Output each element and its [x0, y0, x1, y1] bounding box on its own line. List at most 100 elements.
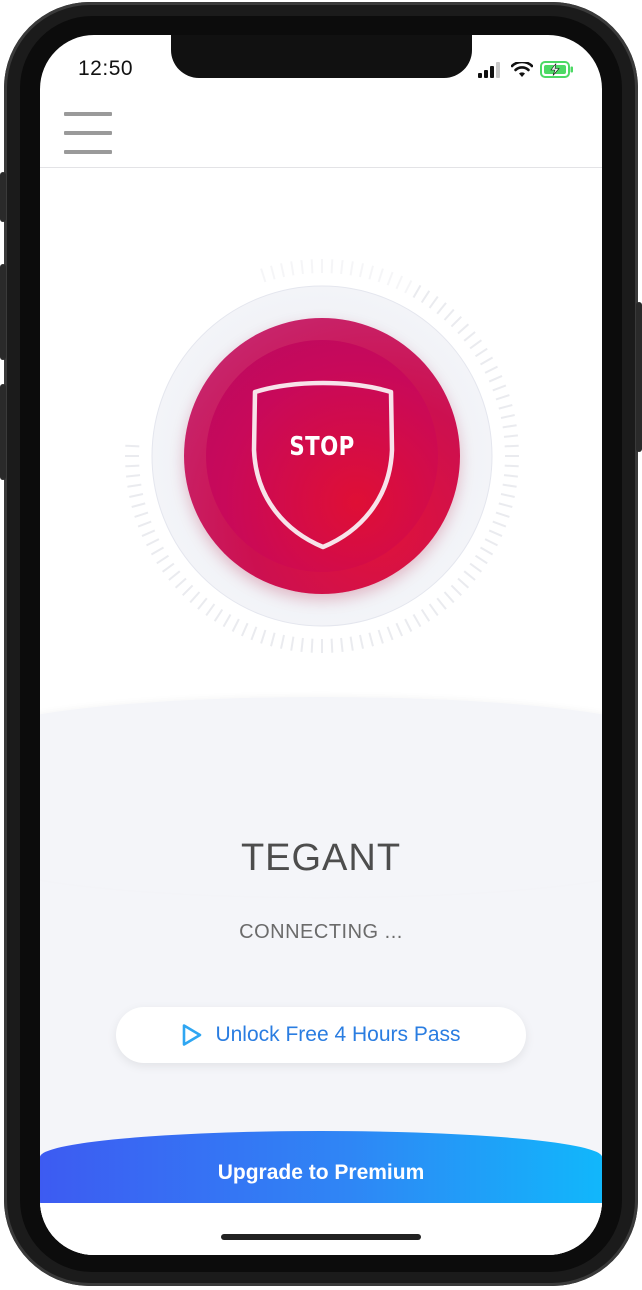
progress-tick: [474, 347, 488, 358]
progress-tick: [349, 636, 354, 651]
progress-tick: [270, 265, 276, 280]
progress-tick: [310, 638, 314, 653]
progress-tick: [463, 331, 476, 342]
progress-tick: [168, 570, 181, 581]
premium-label: Upgrade to Premium: [217, 1161, 425, 1184]
cellular-signal-icon: [478, 61, 500, 78]
progress-tick: [479, 356, 494, 366]
progress-tick: [469, 339, 482, 350]
progress-tick: [495, 511, 510, 518]
progress-tick: [134, 511, 149, 518]
status-time: 12:50: [78, 57, 134, 80]
progress-tick: [125, 464, 140, 468]
progress-tick: [420, 290, 431, 304]
progress-tick: [330, 638, 334, 653]
progress-tick: [368, 265, 374, 280]
status-icons: [478, 61, 574, 78]
progress-tick: [395, 622, 404, 637]
progress-tick: [131, 502, 146, 508]
progress-tick: [280, 263, 285, 278]
play-outline-icon: [183, 1024, 202, 1046]
progress-tick: [474, 554, 488, 565]
progress-tick: [340, 259, 344, 275]
progress-tick: [386, 271, 394, 286]
progress-tick: [412, 613, 422, 628]
progress-tick: [495, 394, 510, 401]
wifi-icon: [511, 61, 533, 77]
progress-tick: [260, 629, 267, 644]
top-bar: [40, 95, 602, 168]
progress-tick: [280, 634, 285, 649]
progress-tick: [150, 546, 165, 556]
progress-tick: [377, 268, 384, 283]
connection-status: CONNECTING ...: [239, 921, 403, 943]
progress-tick: [129, 493, 144, 498]
progress-tick: [463, 570, 476, 581]
progress-tick: [377, 629, 384, 644]
progress-tick: [197, 597, 208, 610]
progress-tick: [137, 520, 152, 528]
progress-tick: [310, 259, 314, 274]
hamburger-menu-icon[interactable]: [64, 111, 112, 155]
progress-tick: [300, 637, 304, 653]
progress-tick: [504, 464, 519, 468]
volume-up-button: [0, 264, 6, 360]
progress-tick: [504, 444, 519, 448]
progress-tick: [488, 529, 503, 538]
power-button: [636, 302, 642, 452]
progress-tick: [368, 632, 374, 647]
progress-tick: [502, 424, 517, 429]
mute-switch: [0, 172, 6, 222]
bottom-area: [40, 1203, 602, 1255]
progress-tick: [125, 474, 141, 478]
progress-tick: [240, 622, 249, 637]
progress-tick: [500, 493, 515, 498]
stop-label: STOP: [289, 432, 355, 462]
progress-tick: [205, 603, 216, 616]
progress-tick: [428, 296, 439, 309]
progress-tick: [270, 632, 276, 647]
notch: [171, 35, 472, 78]
progress-tick: [141, 529, 156, 538]
progress-tick: [125, 444, 140, 448]
progress-tick: [404, 280, 413, 294]
progress-tick: [300, 259, 304, 275]
progress-tick: [492, 520, 507, 528]
progress-tick: [386, 626, 394, 641]
progress-tick: [162, 562, 175, 573]
server-name: TEGANT: [240, 837, 402, 879]
progress-tick: [436, 597, 447, 610]
app-screen: 12:50 STOP TEGANT CONNECTING ... Unlock …: [40, 35, 602, 1255]
unlock-label: Unlock Free 4 Hours Pass: [215, 1023, 461, 1046]
progress-tick: [469, 562, 482, 573]
progress-tick: [503, 474, 519, 478]
progress-tick: [500, 414, 515, 419]
progress-tick: [498, 502, 513, 508]
progress-tick: [290, 261, 295, 276]
progress-tick: [213, 608, 224, 622]
progress-tick: [395, 275, 404, 290]
progress-tick: [330, 259, 334, 274]
progress-tick: [492, 384, 507, 392]
progress-tick: [436, 302, 447, 315]
progress-tick: [420, 608, 431, 622]
home-indicator[interactable]: [221, 1234, 421, 1240]
progress-tick: [156, 554, 170, 565]
upgrade-premium-button[interactable]: Upgrade to Premium: [40, 1131, 602, 1203]
progress-tick: [479, 546, 494, 556]
progress-tick: [412, 284, 422, 299]
stop-button[interactable]: STOP: [184, 318, 460, 594]
battery-charging-icon: [540, 61, 573, 78]
progress-tick: [250, 626, 258, 641]
progress-tick: [222, 613, 232, 628]
progress-tick: [484, 538, 498, 547]
progress-tick: [127, 483, 142, 488]
progress-tick: [340, 637, 344, 653]
unlock-free-pass-button[interactable]: Unlock Free 4 Hours Pass: [116, 1007, 526, 1063]
progress-tick: [359, 634, 364, 649]
volume-down-button: [0, 384, 6, 480]
progress-tick: [231, 618, 240, 632]
progress-tick: [498, 404, 513, 410]
progress-tick: [502, 483, 517, 488]
progress-tick: [359, 263, 364, 278]
